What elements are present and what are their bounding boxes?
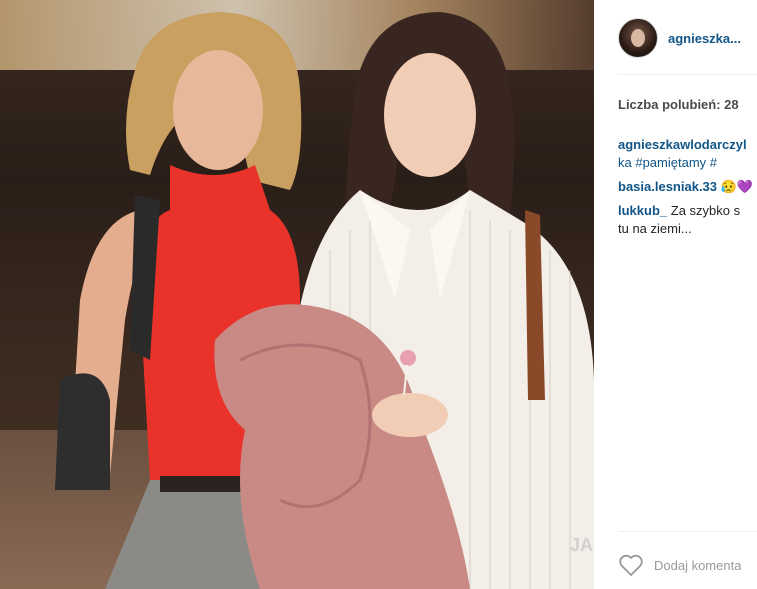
- comment-item: agnieszkawlodarczyl ka #pamiętamy #: [618, 136, 757, 172]
- comment-text-continued: tu na ziemi...: [618, 221, 692, 236]
- comment-username[interactable]: lukkub_: [618, 203, 667, 218]
- comments-list: agnieszkawlodarczyl ka #pamiętamy # basi…: [618, 136, 757, 244]
- avatar[interactable]: [618, 18, 658, 58]
- post-footer: Dodaj komenta: [618, 550, 757, 580]
- username-link[interactable]: agnieszka...: [668, 31, 748, 46]
- comment-username[interactable]: basia.lesniak.33: [618, 179, 717, 194]
- comment-text: Za szybko s: [670, 203, 741, 218]
- instagram-post-view: JA agnieszka... Liczba polubień: 28 agni…: [0, 0, 757, 589]
- comment-item: basia.lesniak.33 😥💜: [618, 178, 757, 196]
- comment-hashtags[interactable]: ka #pamiętamy #: [618, 155, 717, 170]
- comment-username[interactable]: agnieszkawlodarczyl: [618, 137, 747, 152]
- footer-divider: [618, 531, 757, 532]
- heart-outline-icon[interactable]: [618, 553, 644, 577]
- likes-count[interactable]: Liczba polubień: 28: [618, 97, 739, 112]
- add-comment-input[interactable]: Dodaj komenta: [654, 558, 741, 573]
- post-sidebar: agnieszka... Liczba polubień: 28 agniesz…: [594, 0, 757, 589]
- comment-text: 😥💜: [720, 179, 754, 194]
- header-divider: [618, 74, 757, 75]
- photo-watermark: JA: [570, 535, 594, 555]
- comment-item: lukkub_ Za szybko s tu na ziemi...: [618, 202, 757, 238]
- photo-illustration: [55, 12, 594, 589]
- post-header: agnieszka...: [618, 18, 748, 58]
- post-photo[interactable]: JA: [0, 0, 594, 589]
